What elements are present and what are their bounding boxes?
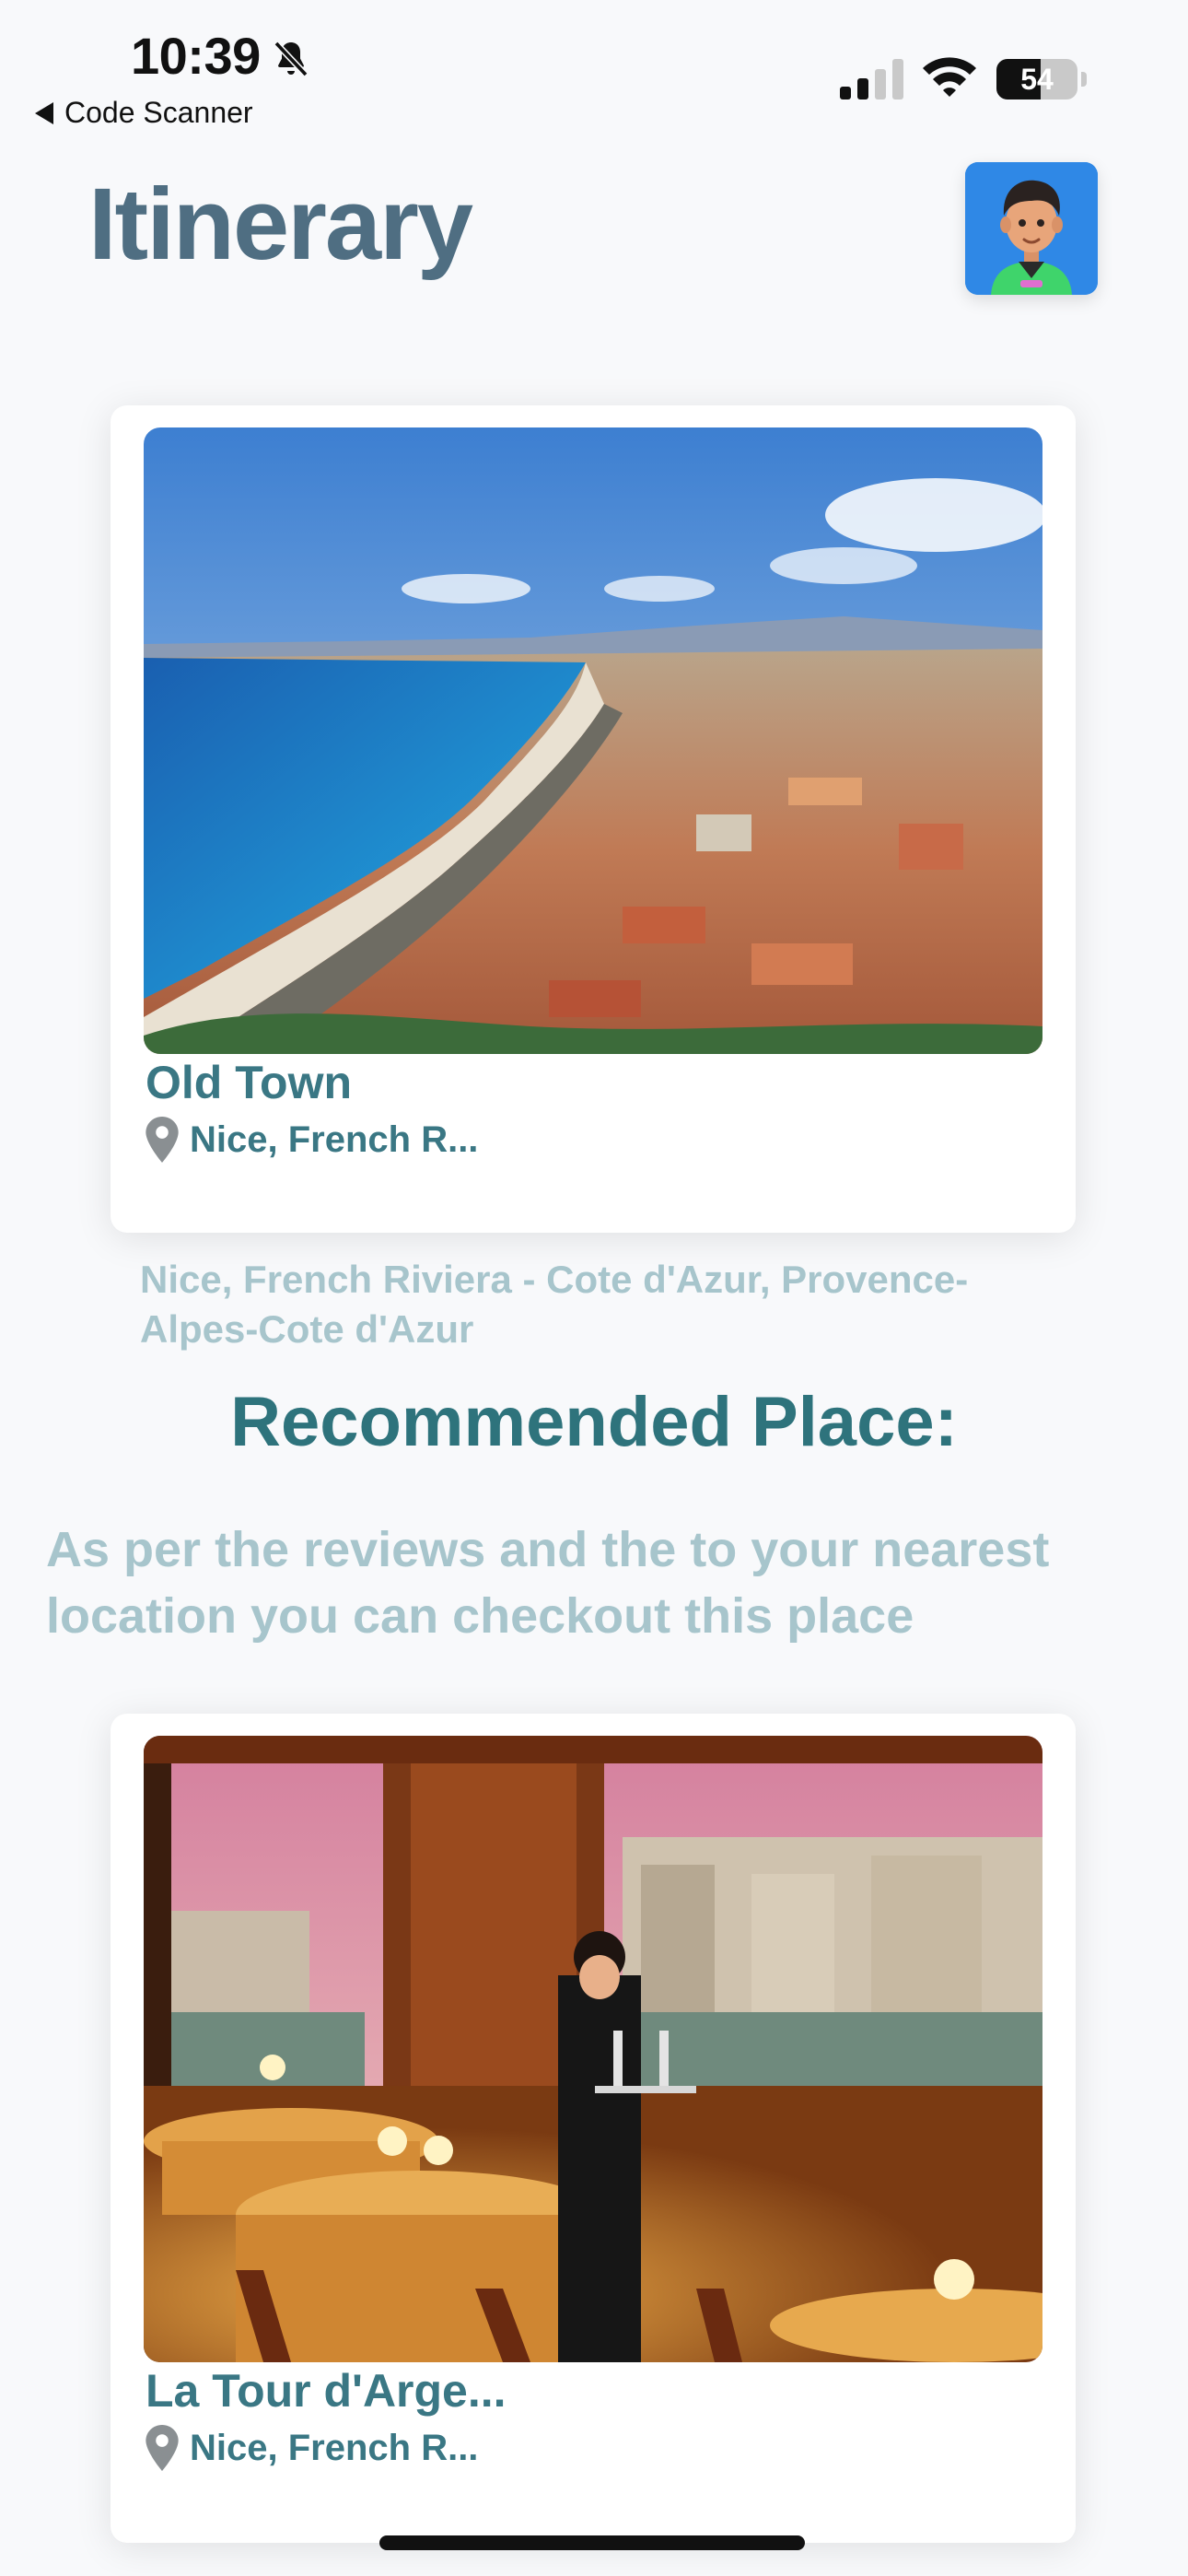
restaurant-photo — [144, 1736, 1042, 2362]
old-town-photo — [144, 427, 1042, 1054]
full-address: Nice, French Riviera - Cote d'Azur, Prov… — [140, 1258, 969, 1351]
map-pin-icon — [146, 2425, 179, 2471]
recommended-location-text: Nice, French R... — [190, 2427, 479, 2468]
bell-slash-icon — [274, 41, 309, 77]
recommended-description: As per the reviews and the to your neare… — [46, 1522, 1050, 1644]
recommended-place-name: La Tour d'Arge... — [146, 2365, 507, 2417]
map-pin-icon — [146, 1117, 179, 1163]
home-indicator[interactable] — [379, 2535, 805, 2550]
recommended-title: Recommended Place: — [230, 1383, 958, 1461]
place-location-text: Nice, French R... — [190, 1118, 479, 1160]
page-title: Itinerary — [88, 168, 473, 281]
cartoon-user-avatar-icon — [965, 162, 1098, 295]
battery-level: 54 — [1020, 63, 1054, 96]
recommended-card[interactable]: La Tour d'Arge... Nice, French R... — [111, 1714, 1076, 2543]
battery-indicator: 54 — [996, 59, 1089, 100]
place-location: Nice, French R... — [146, 1117, 478, 1163]
place-name: Old Town — [146, 1057, 353, 1108]
back-to-app-link[interactable]: Code Scanner — [35, 96, 253, 130]
recommended-place-location: Nice, French R... — [146, 2425, 478, 2471]
status-time: 10:39 — [131, 27, 261, 85]
back-app-label: Code Scanner — [64, 96, 253, 129]
back-triangle-icon — [35, 101, 53, 124]
wifi-icon — [923, 57, 976, 97]
itinerary-card[interactable]: Old Town Nice, French R... — [111, 405, 1076, 1233]
avatar[interactable] — [965, 162, 1098, 295]
cellular-signal-icon — [840, 59, 903, 100]
